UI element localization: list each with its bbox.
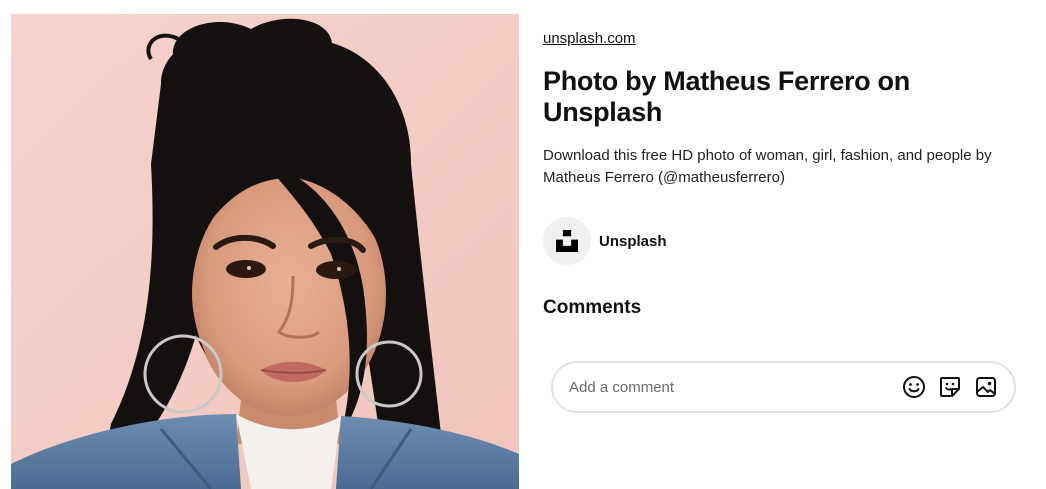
pin-image[interactable] bbox=[11, 14, 519, 489]
image-icon[interactable] bbox=[973, 375, 998, 400]
pin-title: Photo by Matheus Ferrero on Unsplash bbox=[543, 66, 910, 127]
unsplash-logo-icon bbox=[556, 230, 578, 252]
comment-input[interactable] bbox=[569, 378, 901, 396]
author-name[interactable]: Unsplash bbox=[599, 233, 667, 250]
comments-heading: Comments bbox=[543, 297, 642, 318]
pin-description: Download this free HD photo of woman, gi… bbox=[543, 147, 992, 186]
author-avatar[interactable] bbox=[543, 217, 591, 265]
portrait-illustration bbox=[11, 14, 519, 489]
emoji-icon[interactable] bbox=[901, 375, 926, 400]
comment-composer[interactable] bbox=[551, 361, 1016, 413]
source-link[interactable]: unsplash.com bbox=[543, 30, 636, 47]
author-profile[interactable]: Unsplash bbox=[543, 217, 667, 265]
comment-actions bbox=[901, 375, 998, 400]
sticker-icon[interactable] bbox=[937, 375, 962, 400]
